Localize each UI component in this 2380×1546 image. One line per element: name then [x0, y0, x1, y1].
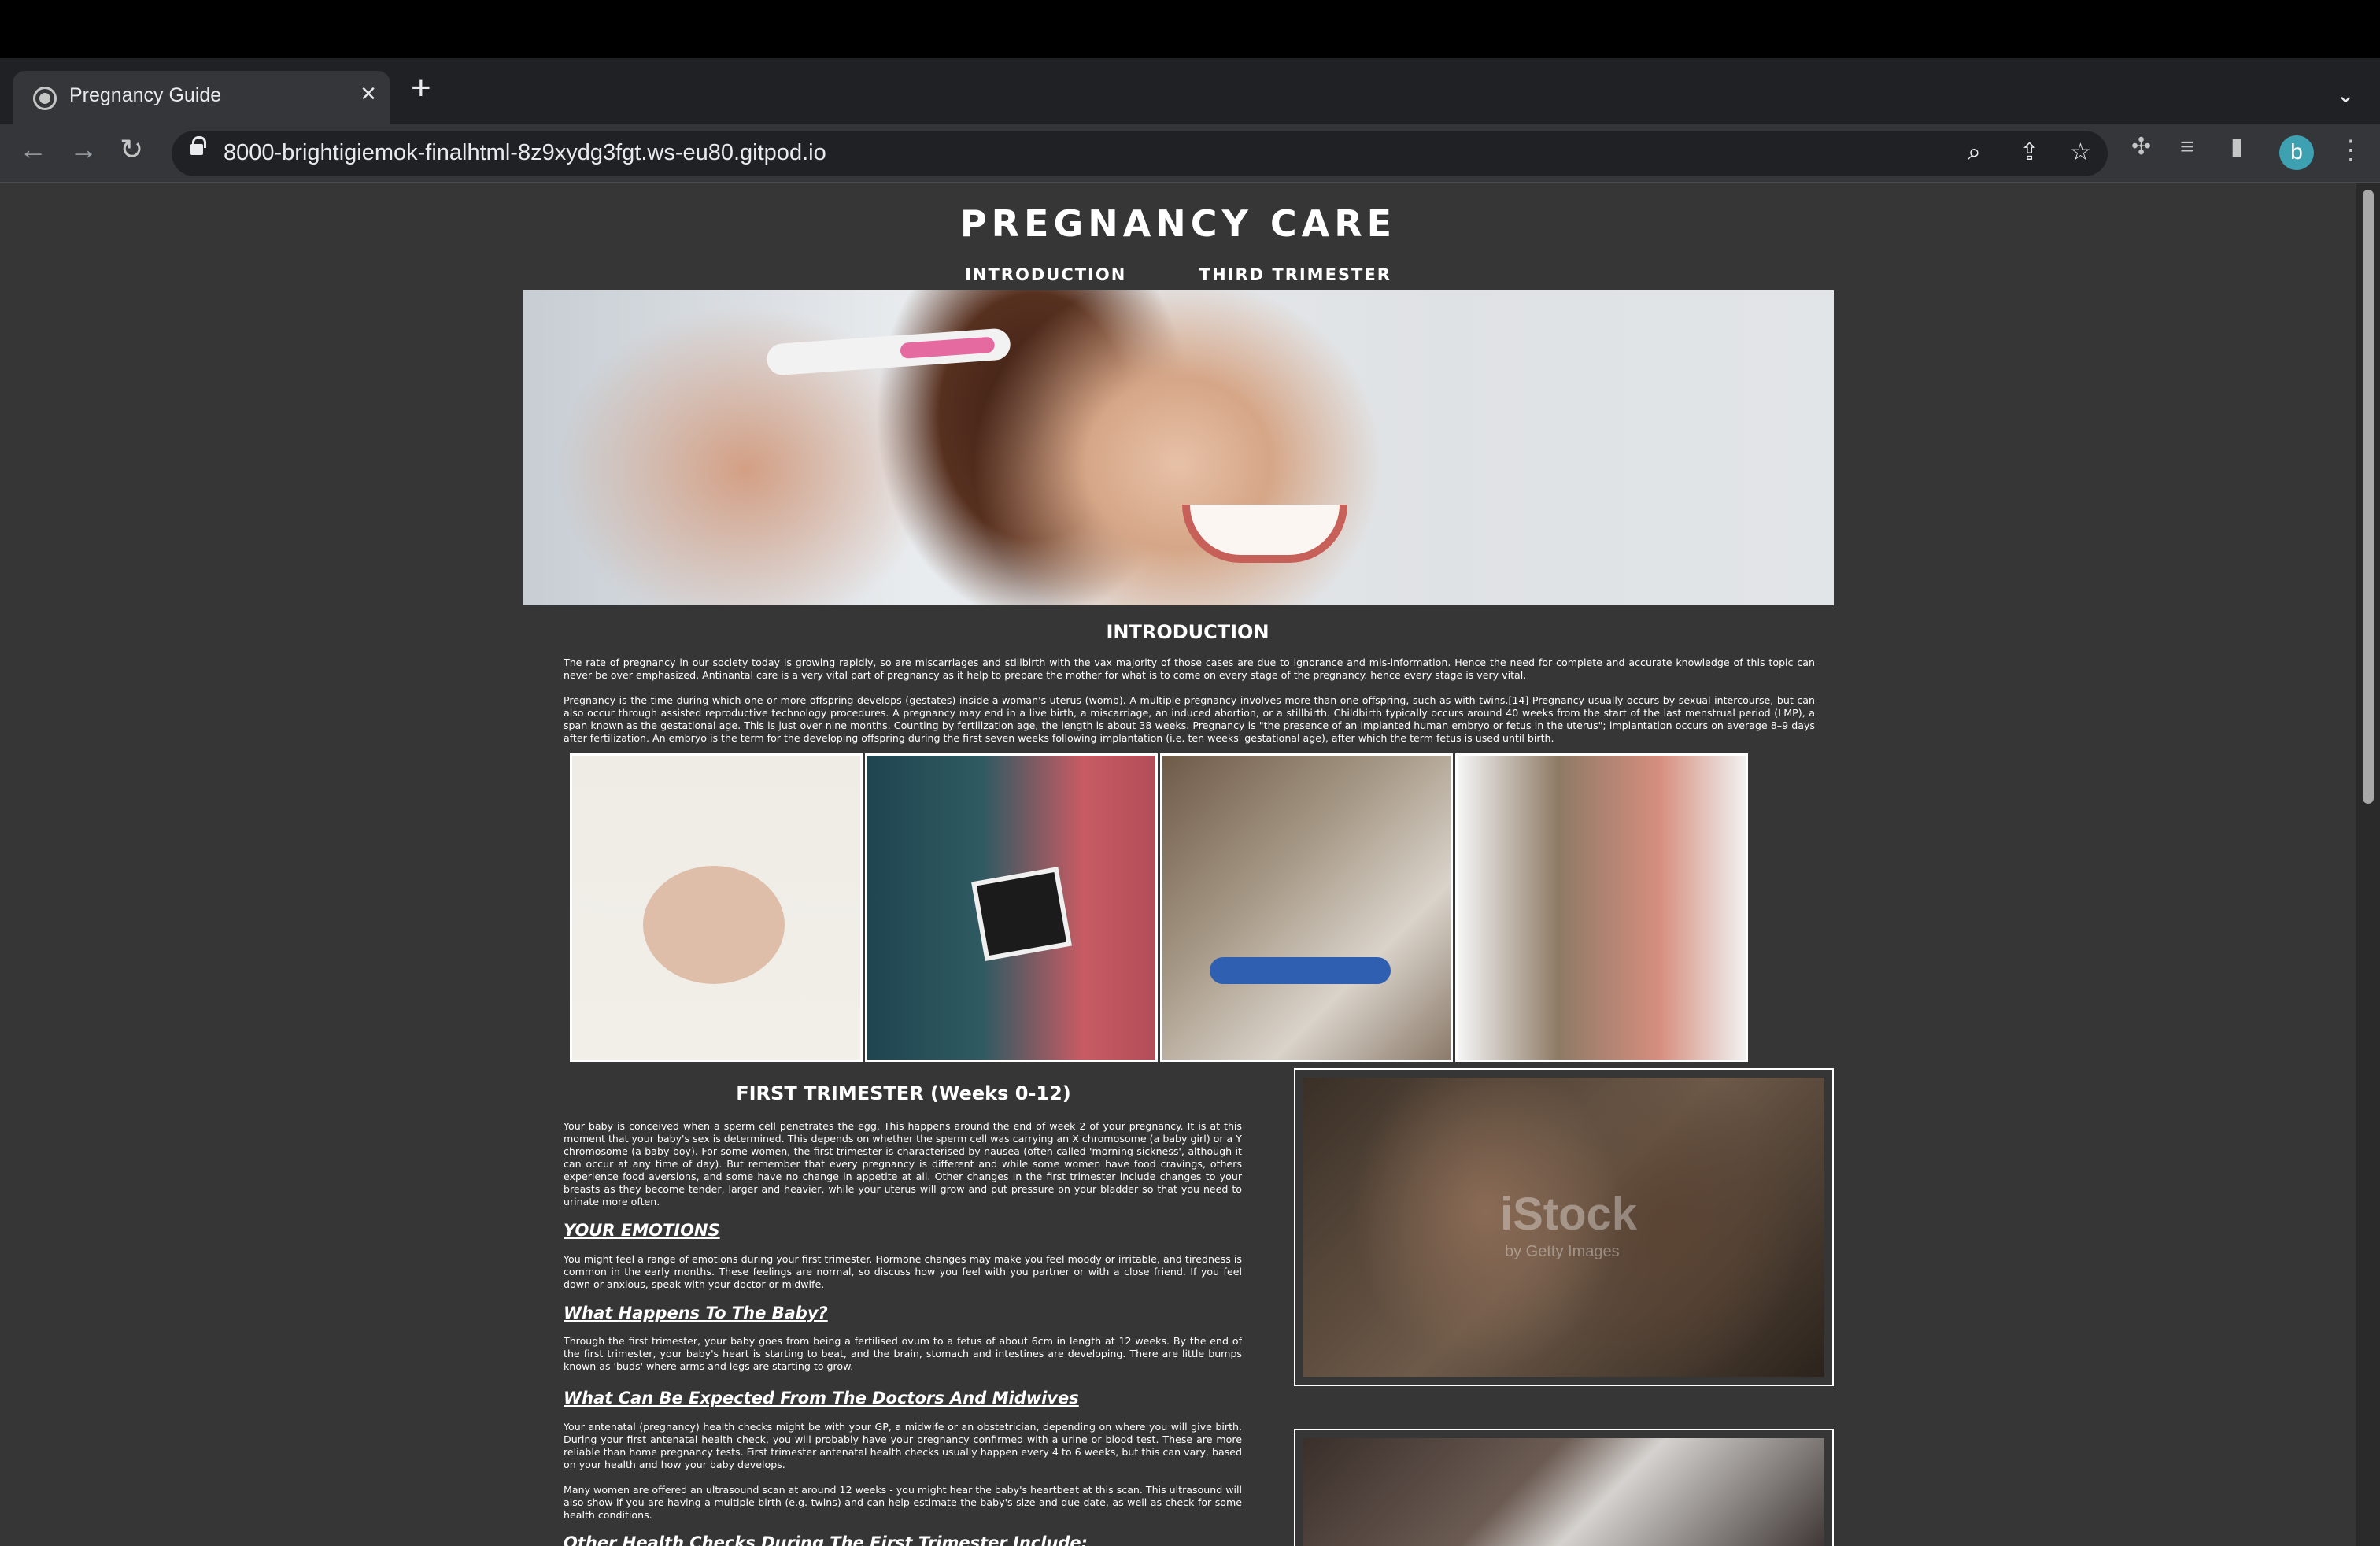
menu-icon[interactable]: ⋮	[2338, 137, 2364, 164]
browser-toolbar: ← → ↻ 8000-brightigiemok-finalhtml-8z9xy…	[0, 124, 2380, 183]
chevron-down-icon[interactable]: ⌄	[2337, 82, 2355, 108]
gallery-photo-couple-embrace	[1455, 753, 1748, 1062]
watermark: iStock	[1500, 1189, 1638, 1240]
gallery-photo-pregnancy-test	[1160, 753, 1453, 1062]
page-viewport: PREGNANCY CARE INTRODUCTION THIRD TRIMES…	[0, 183, 2356, 1546]
side-photo-couple: iStock by Getty Images	[1294, 1068, 1834, 1386]
browser-tab[interactable]: Pregnancy Guide ×	[13, 71, 390, 124]
side-photo-image	[1303, 1438, 1824, 1546]
intro-heading: INTRODUCTION	[1106, 621, 1269, 643]
page-title: PREGNANCY CARE	[959, 202, 1397, 245]
pregnancy-test	[765, 327, 1012, 376]
watermark-sub: by Getty Images	[1505, 1243, 1620, 1260]
extensions-icon[interactable]: ✣	[2131, 135, 2151, 159]
address-bar[interactable]: 8000-brightigiemok-finalhtml-8z9xydg3fgt…	[172, 131, 2108, 176]
back-icon[interactable]: ←	[19, 135, 47, 164]
smiling-woman	[1182, 505, 1347, 563]
media-icon[interactable]: ≡	[2180, 135, 2194, 159]
star-icon[interactable]: ☆	[2070, 141, 2091, 165]
forward-icon[interactable]: →	[69, 135, 98, 164]
doctors-paragraph: Your antenatal (pregnancy) health checks…	[564, 1421, 1242, 1470]
gallery-photo-ultrasound-couple	[865, 753, 1158, 1062]
os-menu-bar	[0, 0, 2380, 58]
first-trimester-heading: FIRST TRIMESTER (Weeks 0-12)	[736, 1082, 1071, 1104]
emotions-heading: YOUR EMOTIONS	[564, 1221, 720, 1240]
side-photo-ultrasound	[1294, 1429, 1834, 1546]
tab-title: Pregnancy Guide	[69, 84, 222, 106]
scrollbar[interactable]	[2356, 183, 2380, 1546]
intro-text: The rate of pregnancy in our society tod…	[564, 656, 1815, 757]
intro-paragraph: Pregnancy is the time during which one o…	[564, 694, 1815, 744]
zoom-icon[interactable]: ⌕	[1968, 141, 1981, 165]
doctors-paragraph: Many women are offered an ultrasound sca…	[564, 1484, 1242, 1521]
scrollbar-thumb[interactable]	[2363, 190, 2374, 804]
new-tab-icon[interactable]: +	[411, 71, 431, 105]
tab-strip: Pregnancy Guide ×	[0, 58, 2380, 124]
page-nav: INTRODUCTION THIRD TRIMESTER	[0, 265, 2356, 284]
nav-link-third-trimester[interactable]: THIRD TRIMESTER	[1199, 265, 1391, 284]
close-icon[interactable]: ×	[360, 80, 376, 107]
share-icon[interactable]: ⇪	[2020, 141, 2039, 165]
side-photo-image: iStock by Getty Images	[1303, 1078, 1824, 1377]
gallery-photo-belly	[570, 753, 863, 1062]
url-text[interactable]: 8000-brightigiemok-finalhtml-8z9xydg3fgt…	[224, 140, 826, 166]
side-panel-icon[interactable]: ▮	[2230, 135, 2244, 159]
doctors-text: Your antenatal (pregnancy) health checks…	[564, 1421, 1242, 1534]
globe-icon	[33, 87, 57, 110]
first-trimester-text: Your baby is conceived when a sperm cell…	[564, 1120, 1242, 1208]
hero-image	[523, 290, 1834, 605]
baby-heading: What Happens To The Baby?	[564, 1304, 828, 1322]
doctors-heading: What Can Be Expected From The Doctors An…	[564, 1389, 1079, 1407]
reload-icon[interactable]: ↻	[120, 135, 143, 164]
other-checks-heading: Other Health Checks During The First Tri…	[564, 1533, 1088, 1546]
lock-icon[interactable]	[190, 136, 206, 155]
intro-paragraph: The rate of pregnancy in our society tod…	[564, 656, 1815, 681]
baby-text: Through the first trimester, your baby g…	[564, 1335, 1242, 1372]
emotions-text: You might feel a range of emotions durin…	[564, 1253, 1242, 1290]
photo-gallery	[570, 753, 1750, 1062]
nav-link-introduction[interactable]: INTRODUCTION	[965, 265, 1126, 284]
avatar[interactable]: b	[2279, 135, 2314, 170]
